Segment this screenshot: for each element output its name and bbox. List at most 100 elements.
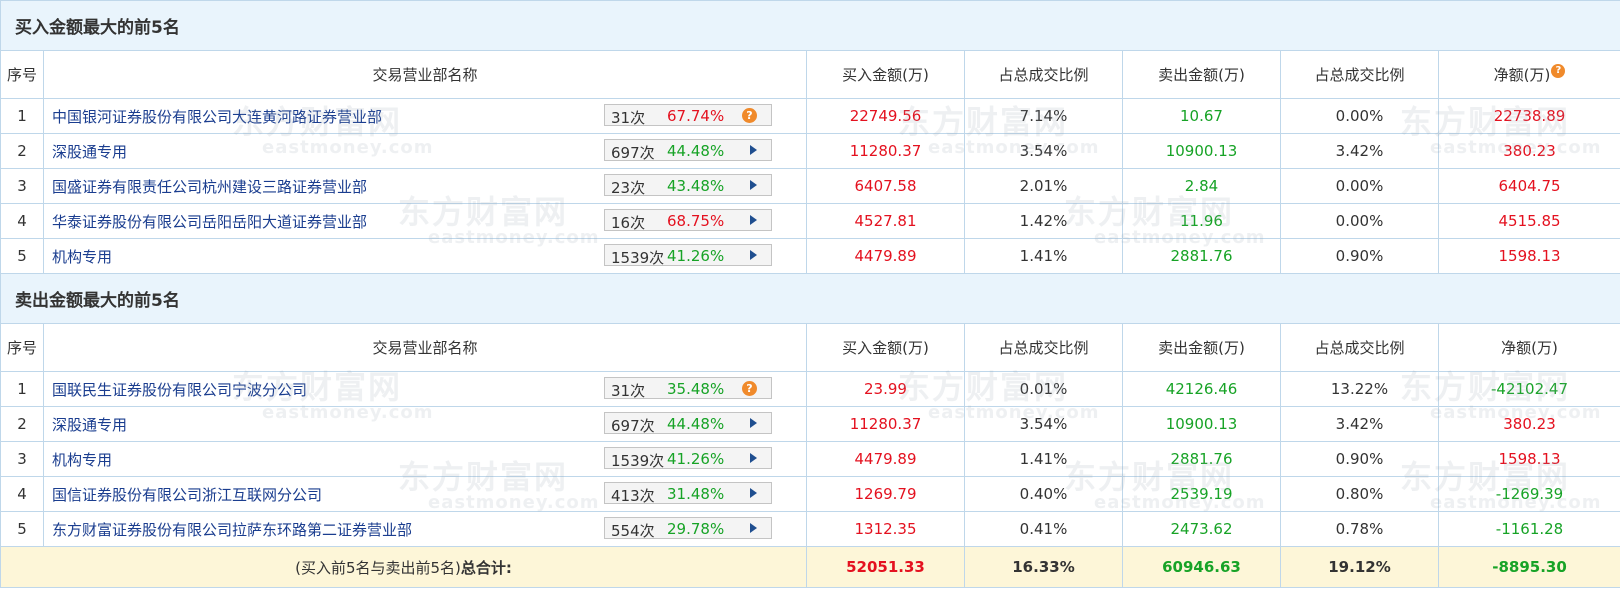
broker-cell: 深股通专用 697次 44.48% <box>43 406 807 442</box>
broker-name-link[interactable]: 机构专用 <box>52 449 112 470</box>
header-sell: 卖出金额(万) <box>1122 323 1281 372</box>
question-icon[interactable]: ? <box>742 381 757 396</box>
on-list-count: 23次 <box>611 179 646 197</box>
broker-name-link[interactable]: 国盛证券有限责任公司杭州建设三路证券营业部 <box>52 176 367 197</box>
broker-name-link[interactable]: 机构专用 <box>52 246 112 267</box>
broker-cell: 深股通专用 697次 44.48% <box>43 133 807 169</box>
broker-stat-box[interactable]: 413次 31.48% <box>604 482 772 505</box>
broker-stat-box[interactable]: 31次 35.48%? <box>604 377 772 400</box>
buy-amount: 4527.81 <box>806 203 965 239</box>
arrow-right-icon[interactable] <box>750 488 757 498</box>
on-list-count: 1539次 <box>611 249 665 267</box>
section-title: 卖出金额最大的前5名 <box>0 273 1620 324</box>
question-icon[interactable]: ? <box>1551 64 1566 78</box>
sell-ratio: 0.00% <box>1280 98 1439 134</box>
broker-stat-box[interactable]: 554次 29.78% <box>604 517 772 540</box>
broker-stat-box[interactable]: 31次 67.74%? <box>604 104 772 127</box>
arrow-right-icon[interactable] <box>750 180 757 190</box>
arrow-right-icon[interactable] <box>750 215 757 225</box>
broker-ranking-table: 买入金额最大的前5名 序号 交易营业部名称 买入金额(万) 占总成交比例 卖出金额(万) 占… <box>0 0 1620 588</box>
buy-ratio: 1.41% <box>964 238 1123 274</box>
header-sell-pct-label: 占总成交比例 <box>1314 66 1405 84</box>
total-sell-ratio: 19.12% <box>1280 546 1439 588</box>
on-list-count: 697次 <box>611 417 655 435</box>
arrow-right-icon[interactable] <box>750 453 757 463</box>
sell-amount: 42126.46 <box>1122 371 1281 407</box>
arrow-right-icon[interactable] <box>750 523 757 533</box>
sell-amount: 2.84 <box>1122 168 1281 204</box>
broker-stat-box[interactable]: 16次 68.75% <box>604 209 772 232</box>
on-list-count: 31次 <box>611 382 646 400</box>
total-label: (买入前5名与卖出前5名)总合计: <box>0 546 807 588</box>
table-row: 3 机构专用 1539次 41.26% 4479.89 1.41% 2881.76 0.90%… <box>0 441 1620 477</box>
table-row: 4 国信证券股份有限公司浙江互联网分公司 413次 31.48% 1269.79 0.40… <box>0 476 1620 512</box>
net-amount: -1161.28 <box>1437 511 1620 547</box>
header-net-label: 净额(万) <box>1493 66 1551 84</box>
sell-amount: 2473.62 <box>1122 511 1281 547</box>
row-seq: 4 <box>0 476 44 512</box>
header-row: 序号 交易营业部名称 买入金额(万) 占总成交比例 卖出金额(万) 占总成交比例 净额(万)… <box>0 50 1620 99</box>
arrow-right-icon[interactable] <box>750 418 757 428</box>
buy-amount: 6407.58 <box>806 168 965 204</box>
header-buy-pct: 占总成交比例 <box>964 323 1123 372</box>
on-list-count: 31次 <box>611 109 646 127</box>
header-sell-pct: 占总成交比例 <box>1280 323 1439 372</box>
success-rate: 41.26% <box>667 247 725 265</box>
arrow-right-icon[interactable] <box>750 145 757 155</box>
row-seq: 1 <box>0 371 44 407</box>
sell-amount: 2881.76 <box>1122 238 1281 274</box>
buy-amount: 1269.79 <box>806 476 965 512</box>
buy-ratio: 0.41% <box>964 511 1123 547</box>
header-buy: 买入金额(万) <box>806 323 965 372</box>
net-amount: 1598.13 <box>1437 238 1620 274</box>
sell-ratio: 0.00% <box>1280 168 1439 204</box>
table-row: 1 中国银河证券股份有限公司大连黄河路证券营业部 31次 67.74%? 22749.5… <box>0 98 1620 134</box>
row-seq: 4 <box>0 203 44 239</box>
table-row: 2 深股通专用 697次 44.48% 11280.37 3.54% 10900.13 3.4… <box>0 406 1620 442</box>
total-buy-ratio: 16.33% <box>964 546 1123 588</box>
broker-stat-box[interactable]: 697次 44.48% <box>604 139 772 162</box>
arrow-right-icon[interactable] <box>750 250 757 260</box>
header-net-label: 净额(万) <box>1501 339 1558 357</box>
success-rate: 68.75% <box>667 212 725 230</box>
net-amount: 380.23 <box>1437 133 1620 169</box>
lhb-detail-panel: 买入金额最大的前5名 序号 交易营业部名称 买入金额(万) 占总成交比例 卖出金额(万) 占… <box>0 0 1620 594</box>
broker-stat-box[interactable]: 23次 43.48% <box>604 174 772 197</box>
question-icon[interactable]: ? <box>742 108 757 123</box>
header-sell: 卖出金额(万) <box>1122 50 1281 99</box>
success-rate: 43.48% <box>667 177 725 195</box>
buy-ratio: 7.14% <box>964 98 1123 134</box>
net-amount: -42102.47 <box>1437 371 1620 407</box>
net-amount: 6404.75 <box>1437 168 1620 204</box>
broker-stat-box[interactable]: 1539次 41.26% <box>604 244 772 267</box>
row-seq: 1 <box>0 98 44 134</box>
broker-stat-box[interactable]: 1539次 41.26% <box>604 447 772 470</box>
broker-name-link[interactable]: 华泰证券股份有限公司岳阳岳阳大道证券营业部 <box>52 211 367 232</box>
broker-name-link[interactable]: 深股通专用 <box>52 414 127 435</box>
section-title-row: 卖出金额最大的前5名 <box>0 273 1620 324</box>
header-row: 序号 交易营业部名称 买入金额(万) 占总成交比例 卖出金额(万) 占总成交比例 净额(万) <box>0 323 1620 372</box>
table-row: 5 机构专用 1539次 41.26% 4479.89 1.41% 2881.76 0.90%… <box>0 238 1620 274</box>
header-buy: 买入金额(万) <box>806 50 965 99</box>
total-net: -8895.30 <box>1437 546 1620 588</box>
buy-amount: 22749.56 <box>806 98 965 134</box>
broker-name-link[interactable]: 深股通专用 <box>52 141 127 162</box>
header-seq-label: 序号 <box>6 339 37 357</box>
broker-name-link[interactable]: 国联民生证券股份有限公司宁波分公司 <box>52 379 307 400</box>
broker-name-link[interactable]: 中国银河证券股份有限公司大连黄河路证券营业部 <box>52 106 382 127</box>
buy-amount: 1312.35 <box>806 511 965 547</box>
broker-name-link[interactable]: 东方财富证券股份有限公司拉萨东环路第二证券营业部 <box>52 519 412 540</box>
broker-cell: 中国银河证券股份有限公司大连黄河路证券营业部 31次 67.74%? <box>43 98 807 134</box>
broker-name-link[interactable]: 国信证券股份有限公司浙江互联网分公司 <box>52 484 322 505</box>
broker-cell: 东方财富证券股份有限公司拉萨东环路第二证券营业部 554次 29.78% <box>43 511 807 547</box>
table-row: 1 国联民生证券股份有限公司宁波分公司 31次 35.48%? 23.99 0.01% 42… <box>0 371 1620 407</box>
success-rate: 44.48% <box>667 415 725 433</box>
row-seq: 5 <box>0 238 44 274</box>
on-list-count: 16次 <box>611 214 646 232</box>
sell-ratio: 3.42% <box>1280 406 1439 442</box>
total-label-prefix: (买入前5名与卖出前5名) <box>295 558 461 577</box>
row-seq: 3 <box>0 168 44 204</box>
broker-stat-box[interactable]: 697次 44.48% <box>604 412 772 435</box>
net-amount: 4515.85 <box>1437 203 1620 239</box>
success-rate: 35.48% <box>667 380 725 398</box>
